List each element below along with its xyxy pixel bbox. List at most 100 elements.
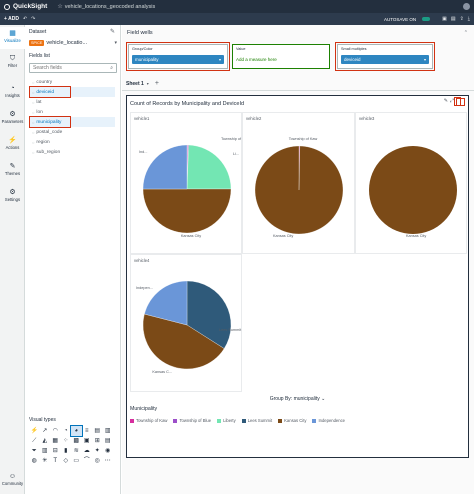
autosave-label: AUTOSAVE ON [384,16,417,22]
geo-map-icon[interactable]: ◉ [103,446,114,456]
data-panel: Dataset ✎ SPICE vehicle_locatio... ▾ Fie… [25,25,121,494]
pie-slice-independence[interactable] [142,144,188,190]
nav-parameters[interactable]: ⚙ Parameters [0,109,25,129]
legend-label: Independence [318,418,346,423]
geo-field-icon: ◌ [32,129,35,135]
tab-sheet-1[interactable]: Sheet 1 [126,81,144,87]
add-measure-placeholder[interactable]: Add a measure here [236,57,277,62]
favorite-star-icon[interactable]: ☆ [57,3,62,10]
collapse-field-wells-icon[interactable]: ⌃ [464,30,468,36]
area-chart-icon[interactable]: ◭ [40,436,51,446]
nav-insights[interactable]: ◔ Insights [0,83,25,103]
field-sub-region[interactable]: ◌ sub_region [30,147,115,157]
nav-actions[interactable]: ⚡ Actions [0,135,25,155]
field-search-input[interactable] [33,65,111,71]
box-plot-icon[interactable]: ⊟ [50,446,61,456]
scatter-plot-icon[interactable]: ⁘ [61,436,72,446]
chevron-down-icon[interactable]: ▾ [147,81,149,86]
field-lat[interactable]: ◌ lat [30,97,115,107]
field-wells-title[interactable]: Field wells [127,30,153,36]
visual-types-header: Visual types [29,417,56,423]
edit-visual-icon[interactable]: ✎ [444,98,448,106]
autosave-toggle[interactable] [422,17,431,21]
legend-swatch [217,418,222,423]
kpi-icon[interactable]: ↗ [40,426,51,436]
nav-themes[interactable]: ✎ Themes [0,161,25,181]
redo-icon[interactable]: ↷ [31,16,35,22]
pie-slice-liberty[interactable] [186,144,232,190]
brand-name: QuickSight [13,3,48,10]
text-box-icon[interactable]: T [50,456,61,466]
waterfall-icon[interactable]: ▮ [61,446,72,456]
combo-chart-icon[interactable]: ▦ [50,436,61,446]
pie-chart-icon[interactable]: ◕ [70,425,83,437]
nav-filter[interactable]: ⛉ Filter [0,53,25,73]
nav-settings[interactable]: ⚙ Settings [0,187,25,207]
small-multiple-cell: vehicle1 Township of BlueLi...Kansas Cit… [130,112,243,254]
field-search[interactable]: ⌕ [29,63,117,73]
donut-chart-icon[interactable]: ◔ [61,426,72,436]
filled-map-icon[interactable]: ◍ [29,456,40,466]
heat-map-icon[interactable]: ▩ [71,436,82,446]
legend-item[interactable]: Liberty [217,418,236,423]
column-chart-icon[interactable]: ▥ [103,426,114,436]
export-icon[interactable]: ▤ [451,16,456,22]
field-region[interactable]: ◌ region [30,137,115,147]
highcharts-icon[interactable]: ⌒ [82,456,93,466]
custom-visual-icon[interactable]: ◇ [61,456,72,466]
bar-chart-icon[interactable]: ≡ [82,426,93,436]
nav-label: Insights [5,93,20,98]
line-chart-icon[interactable]: ⟋ [29,436,40,446]
field-label: lat [36,99,42,105]
tree-map-icon[interactable]: ▣ [82,436,93,446]
main-area: Field wells ⌃ Group/Color municipality ▾… [122,25,474,494]
left-nav: ▦ Visualize ⛉ Filter ◔ Insights ⚙ Parame… [0,25,25,494]
undo-icon[interactable]: ↶ [23,16,27,22]
image-icon[interactable]: ▭ [71,456,82,466]
legend-item[interactable]: Township of Blue [173,418,211,423]
pie-data-label: Ind... [139,150,147,154]
insight-icon[interactable]: ✦ [92,446,103,456]
edit-dataset-icon[interactable]: ✎ [110,28,115,35]
histogram-icon[interactable]: ▥ [40,446,51,456]
legend-item[interactable]: Township of Kaw [130,418,167,423]
nav-label: Themes [4,171,21,176]
field-label: postal_code [36,129,63,135]
group-by-label: Group By: municipality [269,396,320,402]
analysis-name[interactable]: vehicle_locations_geocoded analysis [65,4,156,10]
dataset-selector[interactable]: SPICE vehicle_locatio... ▾ [29,38,117,47]
layer-map-icon[interactable]: ◎ [92,456,103,466]
share-icon[interactable]: ⇪ [460,16,464,22]
funnel-icon[interactable]: ⏷ [29,446,40,456]
value-well[interactable]: Value Add a measure here [232,44,330,69]
pie-slice-kansas-city[interactable] [254,145,344,235]
download-icon[interactable]: ⤓ [468,16,470,22]
gauge-icon[interactable]: ◠ [50,426,61,436]
nav-community[interactable]: ☺ Community [0,471,25,491]
word-cloud-icon[interactable]: ☁ [82,446,93,456]
autograph-icon[interactable]: ⚡ [29,426,40,436]
stacked-bar-icon[interactable]: ▤ [92,426,103,436]
legend-item[interactable]: Lees Summit [241,418,272,423]
pie-slice-kansas-city[interactable] [142,188,232,234]
pivot-table-icon[interactable]: ⊞ [92,436,103,446]
table-icon[interactable]: ▤ [103,436,114,446]
field-postal-code[interactable]: ◌ postal_code [30,127,115,137]
add-button[interactable]: + ADD [4,16,19,22]
geo-field-icon: ◌ [32,79,35,85]
add-sheet-icon[interactable]: + [155,80,159,87]
save-icon[interactable]: ▣ [442,16,447,22]
pie-chart-visual[interactable]: Count of Records by Municipality and Dev… [126,95,469,458]
legend-item[interactable]: Independence [312,418,345,423]
more-visuals-icon[interactable]: ⋯ [103,456,114,466]
radar-chart-icon[interactable]: ✳ [40,456,51,466]
legend-item[interactable]: Kansas City [278,418,306,423]
group-by-control[interactable]: Group By: municipality ⌄ [127,396,468,402]
sankey-icon[interactable]: ≋ [71,446,82,456]
quicksight-logo-icon [4,3,10,10]
pie-slice-kansas-city[interactable] [369,146,457,234]
user-avatar[interactable] [463,3,470,10]
nav-visualize[interactable]: ▦ Visualize [0,27,25,49]
community-icon: ☺ [8,473,17,480]
parameters-icon: ⚙ [9,111,16,118]
